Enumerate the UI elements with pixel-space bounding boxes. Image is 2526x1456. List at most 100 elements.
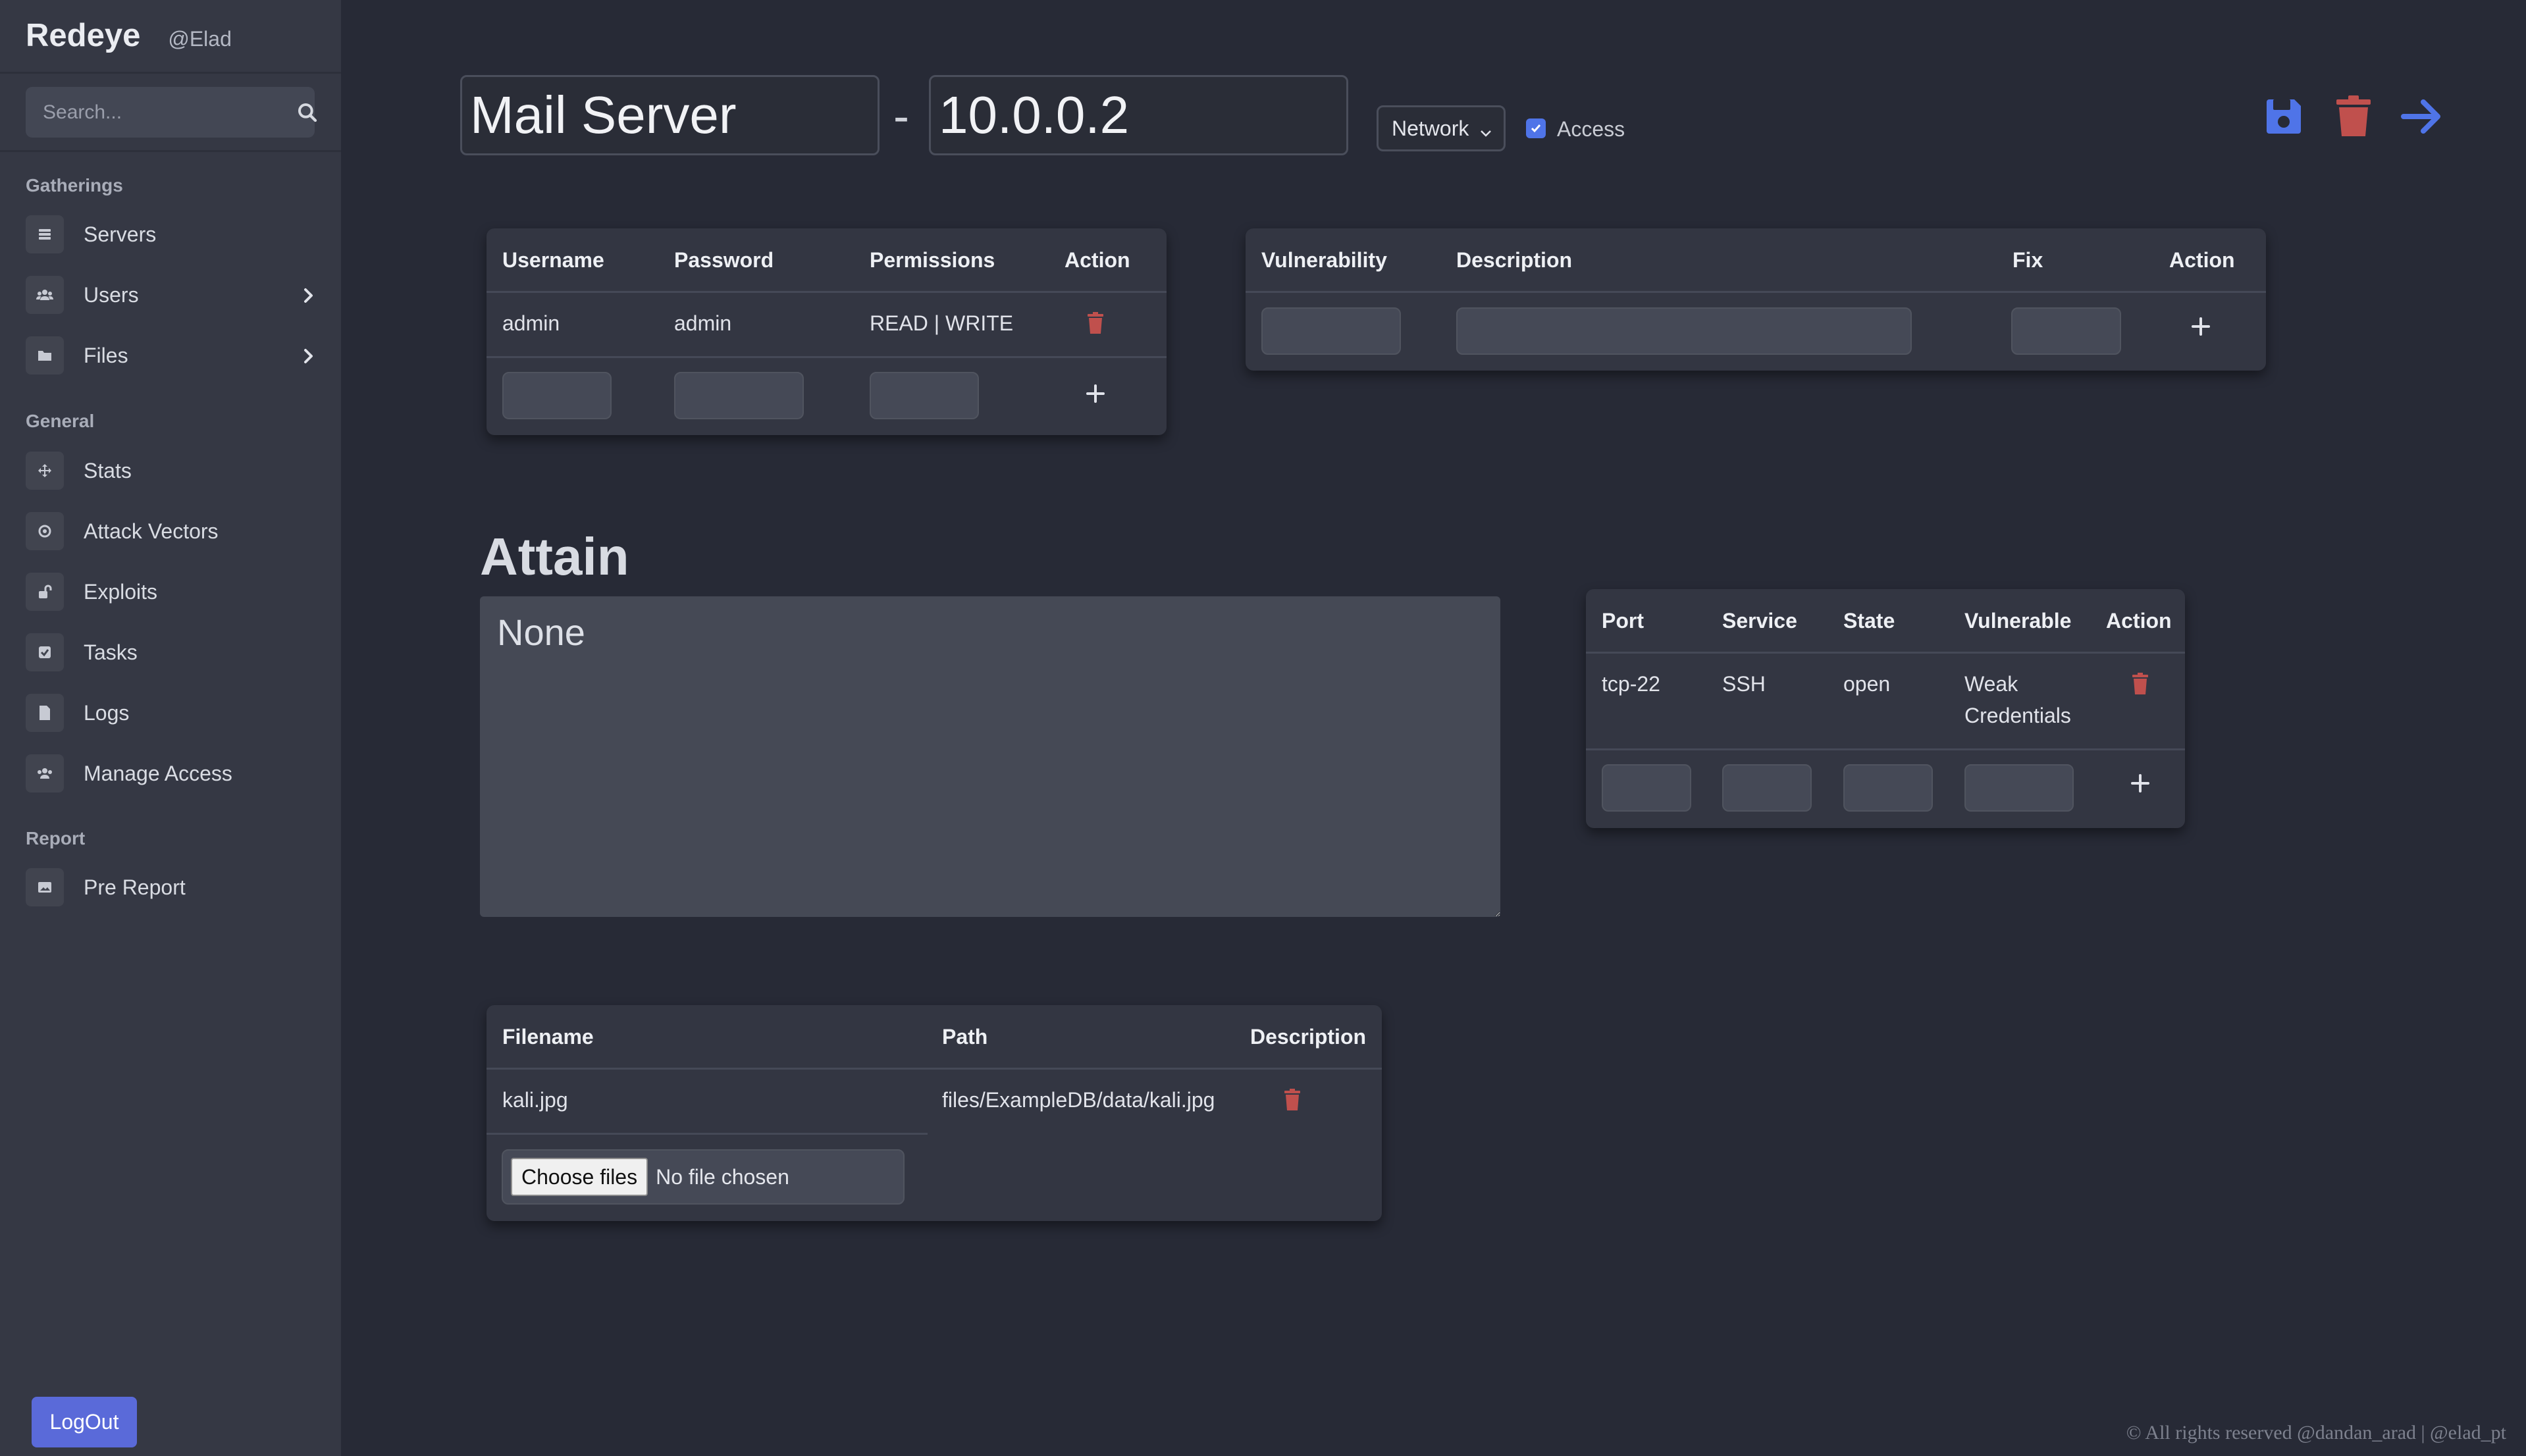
server-name-input[interactable] [460,75,880,155]
sidebar-item-attack-vectors[interactable]: Attack Vectors [26,508,329,554]
row-divider [1586,652,2185,654]
new-password-input[interactable] [674,372,804,419]
sidebar-item-pre-report[interactable]: Pre Report [26,864,329,910]
column-header: Filename [502,1025,594,1049]
choose-files-button[interactable]: Choose files [511,1158,648,1196]
file-upload-input[interactable]: Choose files No file chosen [502,1149,905,1205]
attain-textarea[interactable]: None [480,596,1500,917]
sidebar: Redeye @Elad Gatherings Servers Users [0,0,341,1456]
sidebar-divider [0,72,341,74]
current-user: @Elad [168,27,232,51]
sidebar-divider [0,150,341,152]
folder-icon [26,336,64,375]
section-label-gatherings: Gatherings [26,175,123,195]
section-label-general: General [26,411,95,431]
new-state-input[interactable] [1843,764,1933,812]
cell-service: SSH [1722,672,1766,696]
sidebar-item-label: Logs [84,700,130,725]
add-icon[interactable] [2124,767,2157,800]
new-username-input[interactable] [502,372,612,419]
cell-username: admin [502,311,560,335]
file-icon [26,694,64,732]
row-divider [1586,748,2185,750]
stats-icon [26,452,64,490]
users-icon [26,754,64,793]
search-icon[interactable] [297,87,318,138]
new-description-input[interactable] [1456,307,1912,355]
sidebar-item-label: Servers [84,222,157,246]
trash-icon[interactable] [2127,671,2153,697]
column-header: Path [942,1025,988,1049]
new-fix-input[interactable] [2011,307,2121,355]
search-box [26,87,318,138]
sidebar-item-label: Exploits [84,579,158,604]
app-name[interactable]: Redeye [26,17,140,54]
sidebar-item-files[interactable]: Files [26,332,329,378]
file-status-text: No file chosen [656,1164,789,1189]
users-table: Username Password Permissions Action adm… [487,228,1167,435]
unlock-icon [26,573,64,611]
new-service-input[interactable] [1722,764,1812,812]
server-ip-input[interactable] [929,75,1348,155]
vulnerabilities-table: Vulnerability Description Fix Action [1246,228,2266,371]
add-icon[interactable] [2184,310,2217,343]
column-header: Action [1065,248,1130,272]
sidebar-item-tasks[interactable]: Tasks [26,629,329,675]
sidebar-item-label: Attack Vectors [84,519,219,543]
row-divider [487,291,1167,293]
column-header: Action [2106,609,2172,633]
column-header: State [1843,609,1895,633]
save-icon[interactable] [2261,93,2307,140]
sidebar-item-label: Manage Access [84,761,232,785]
sidebar-item-stats[interactable]: Stats [26,448,329,494]
column-header: Vulnerability [1261,248,1387,272]
cell-filename: kali.jpg [502,1088,568,1112]
trash-icon[interactable] [2330,93,2377,140]
cell-permissions: READ | WRITE [870,311,1014,335]
access-checkbox[interactable] [1526,118,1546,138]
server-type-select[interactable]: Network [1377,105,1506,151]
logout-button[interactable]: LogOut [32,1397,137,1447]
arrow-right-icon[interactable] [2399,93,2445,140]
column-header: Service [1722,609,1797,633]
row-divider [487,1133,928,1135]
column-header: Description [1250,1025,1367,1049]
column-header: Vulnerable [1964,609,2072,633]
target-icon [26,512,64,550]
check-square-icon [26,633,64,671]
trash-icon[interactable] [1082,310,1109,336]
column-header: Description [1456,248,1573,272]
column-header: Username [502,248,604,272]
new-vulnerable-input[interactable] [1964,764,2074,812]
sidebar-item-users[interactable]: Users [26,272,329,318]
column-header: Fix [2013,248,2043,272]
section-label-report: Report [26,828,86,848]
sidebar-item-servers[interactable]: Servers [26,211,329,257]
new-permissions-input[interactable] [870,372,979,419]
access-label: Access [1557,117,1625,141]
sidebar-item-label: Users [84,282,139,307]
sidebar-item-label: Stats [84,458,132,482]
chevron-right-icon[interactable] [302,347,315,369]
add-icon[interactable] [1079,377,1112,410]
sidebar-item-label: Tasks [84,640,138,664]
brand: Redeye @Elad [26,17,232,57]
footer-copyright: © All rights reserved @dandan_arad | @el… [2126,1422,2506,1443]
cell-password: admin [674,311,732,335]
server-type-value: Network [1392,116,1469,140]
chevron-right-icon[interactable] [302,286,315,308]
search-input[interactable] [26,87,297,138]
name-ip-separator: - [893,90,909,143]
new-vulnerability-input[interactable] [1261,307,1401,355]
cell-path: files/ExampleDB/data/kali.jpg [942,1088,1215,1112]
image-icon [26,868,64,906]
trash-icon[interactable] [1279,1087,1305,1113]
column-header: Password [674,248,774,272]
new-port-input[interactable] [1602,764,1691,812]
chevron-down-icon [1479,122,1493,146]
column-header: Permissions [870,248,995,272]
sidebar-item-logs[interactable]: Logs [26,690,329,736]
column-header: Port [1602,609,1644,633]
sidebar-item-exploits[interactable]: Exploits [26,569,329,615]
sidebar-item-manage-access[interactable]: Manage Access [26,750,329,796]
